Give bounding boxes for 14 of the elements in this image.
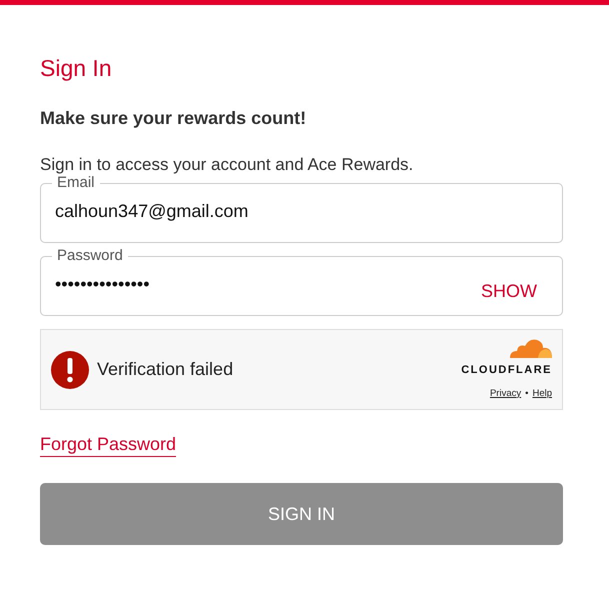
subheading: Make sure your rewards count! <box>40 106 308 130</box>
privacy-link[interactable]: Privacy <box>490 386 522 401</box>
verification-status: Verification failed <box>97 358 234 382</box>
separator-dot: • <box>525 386 528 401</box>
page-title: Sign In <box>40 55 113 83</box>
field-label: Email <box>52 175 100 190</box>
forgot-password-link[interactable]: Forgot Password <box>40 434 176 457</box>
cloud-icon <box>508 338 552 358</box>
intro-text: Sign in to access your account and Ace Rewards. <box>40 154 414 176</box>
field-label: Password <box>52 248 128 264</box>
show-password-button[interactable]: SHOW <box>481 278 537 306</box>
error-icon <box>51 350 89 389</box>
brand-name: CLOUDFLARE <box>461 363 552 378</box>
help-link[interactable]: Help <box>532 386 552 401</box>
